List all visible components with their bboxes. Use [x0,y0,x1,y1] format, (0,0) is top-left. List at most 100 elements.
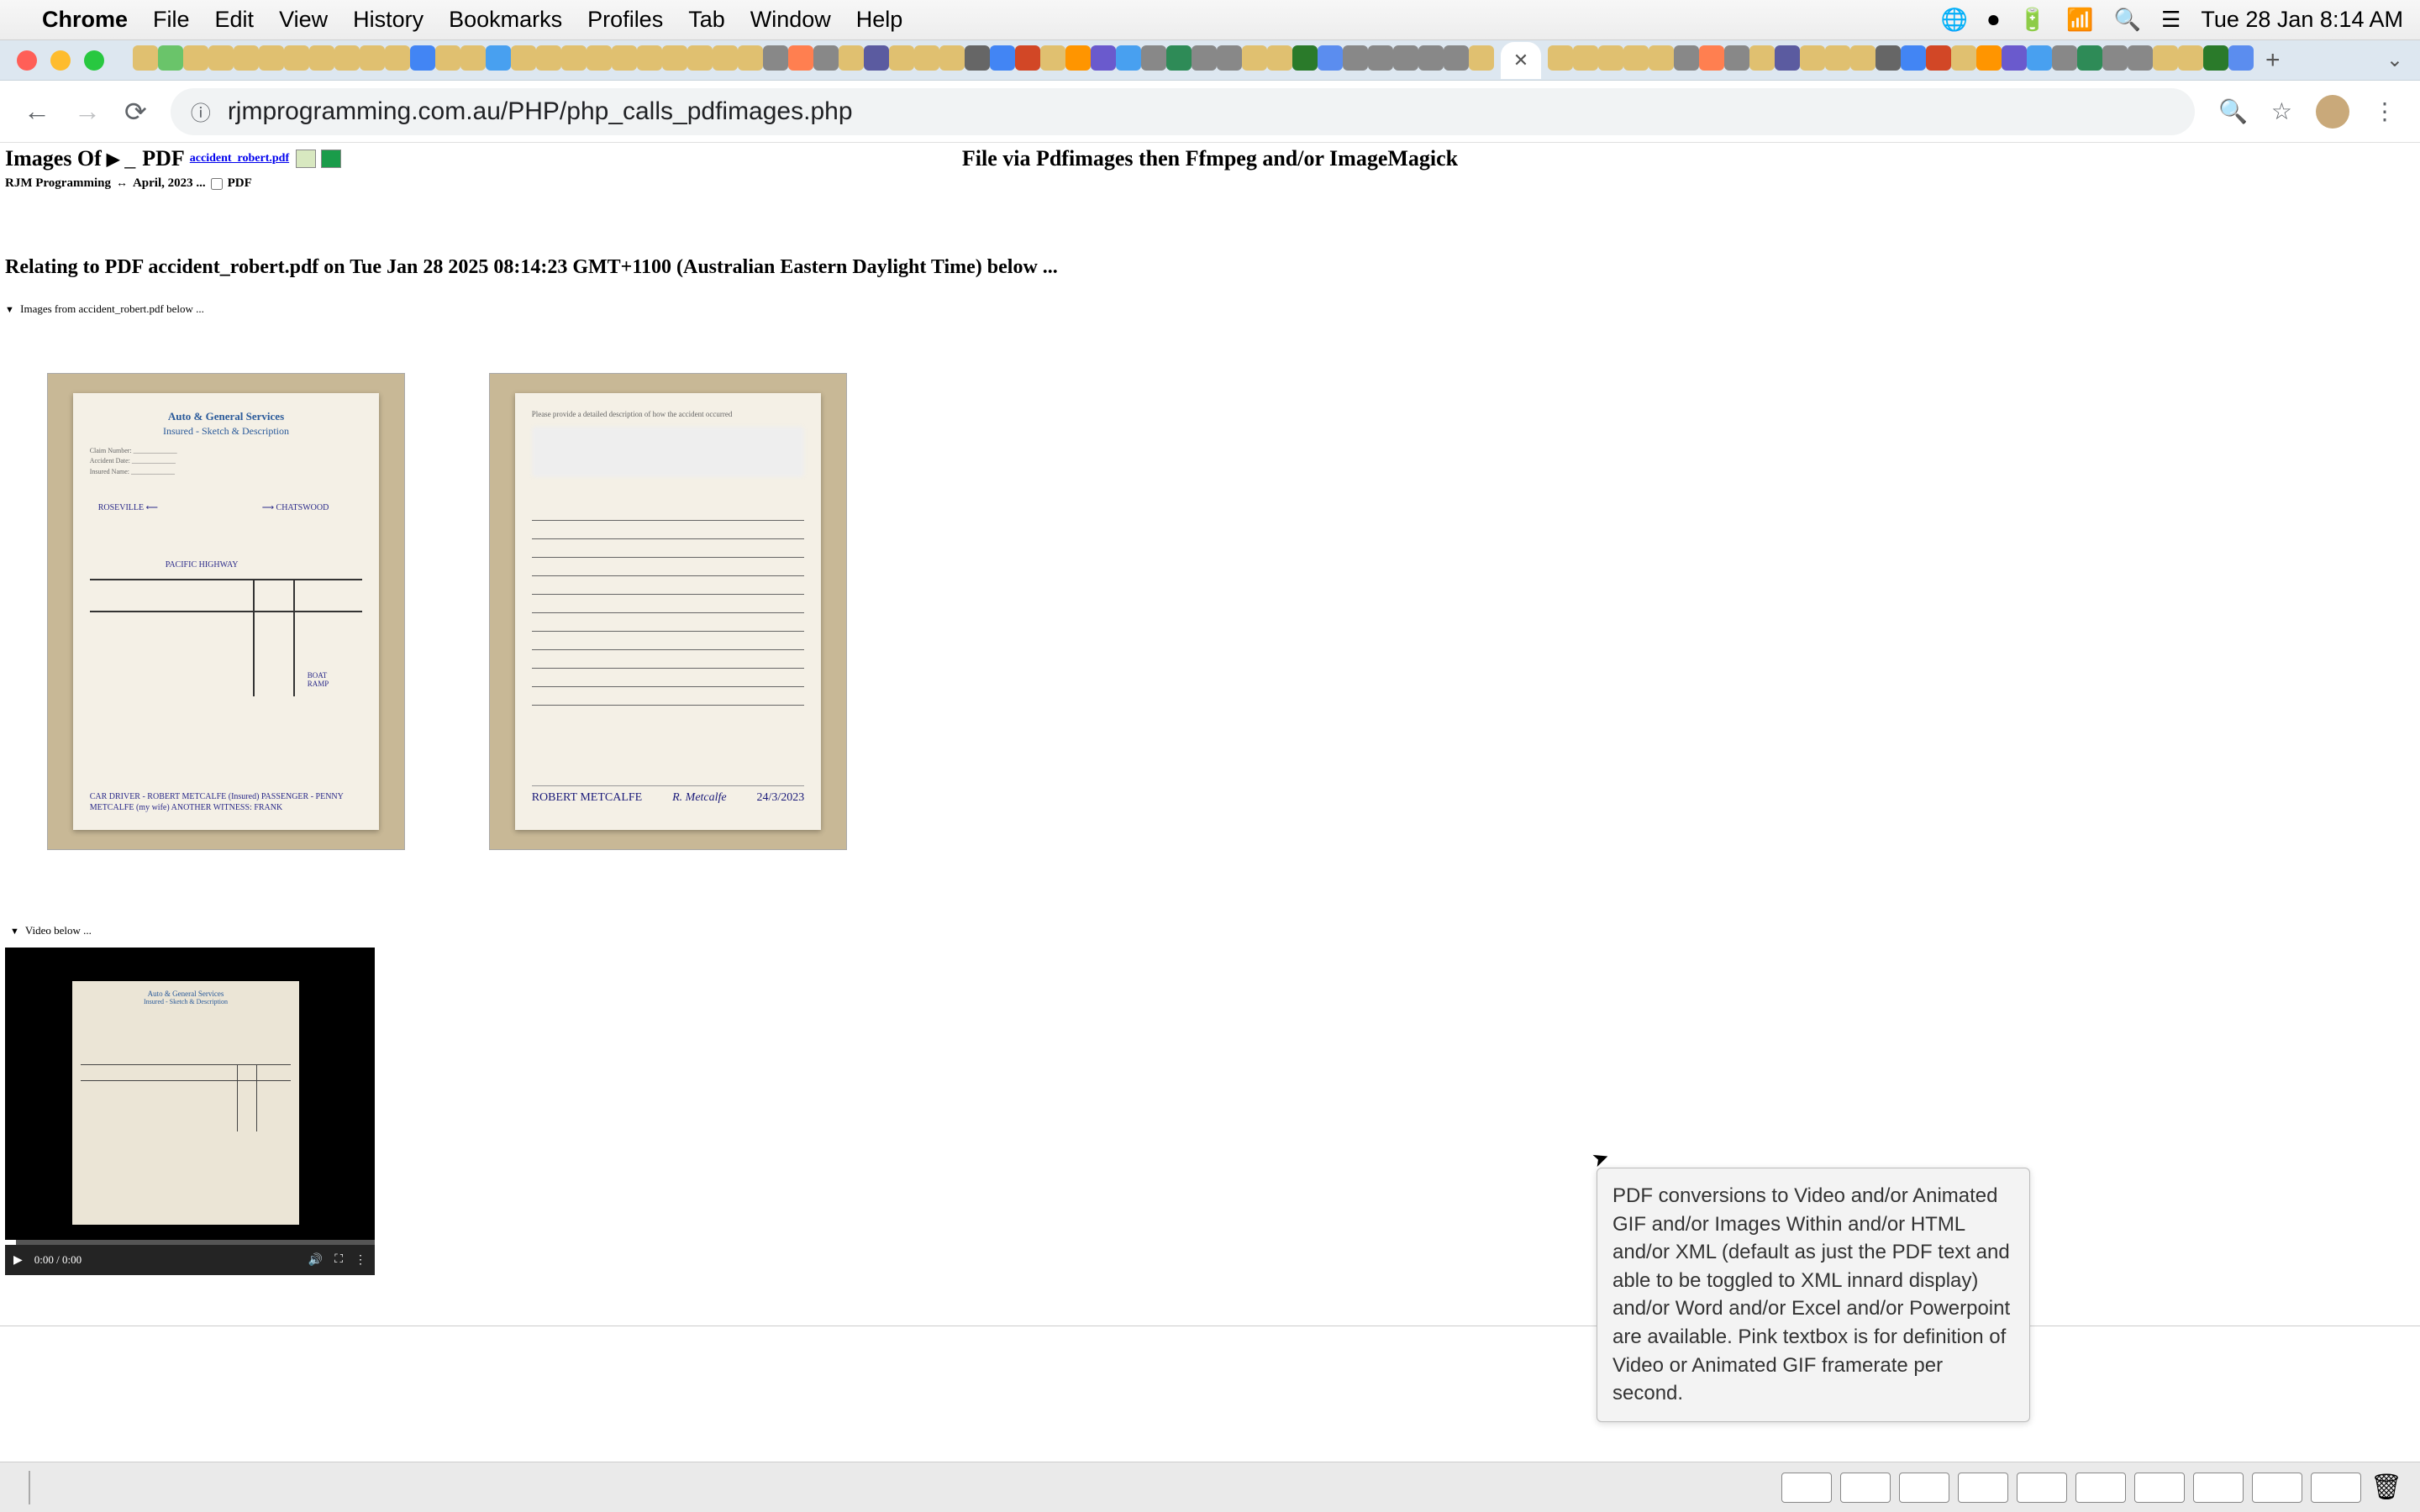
background-tab[interactable] [1775,45,1800,71]
background-tab[interactable] [1065,45,1091,71]
background-tab[interactable] [208,45,234,71]
minimized-window[interactable] [2311,1473,2361,1503]
video-player[interactable]: Auto & General Services Insured - Sketch… [5,948,375,1275]
background-tab[interactable] [1876,45,1901,71]
background-tab[interactable] [1444,45,1469,71]
background-tab[interactable] [1267,45,1292,71]
menu-bookmarks[interactable]: Bookmarks [449,7,562,33]
background-tab[interactable] [234,45,259,71]
background-tab[interactable] [1976,45,2002,71]
site-info-icon[interactable]: ⓘ [191,97,211,126]
background-tab[interactable] [435,45,460,71]
background-tab[interactable] [2102,45,2128,71]
background-tab[interactable] [1649,45,1674,71]
play-button[interactable]: ▶ [13,1253,23,1268]
background-tab[interactable] [1040,45,1065,71]
background-tab[interactable] [763,45,788,71]
active-tab[interactable]: ✕ [1501,42,1541,79]
close-tab-icon[interactable]: ✕ [1513,50,1528,71]
video-details-toggle[interactable]: ▼ Video below ... [5,917,2415,944]
background-tab[interactable] [637,45,662,71]
menu-tab[interactable]: Tab [688,7,725,33]
background-tab[interactable] [788,45,813,71]
background-tab[interactable] [965,45,990,71]
background-tab[interactable] [460,45,486,71]
minimized-window[interactable] [1840,1473,1891,1503]
background-tab[interactable] [1166,45,1192,71]
background-tab[interactable] [1292,45,1318,71]
app-name[interactable]: Chrome [42,7,128,33]
background-tab[interactable] [889,45,914,71]
background-tab[interactable] [1800,45,1825,71]
background-tab[interactable] [2153,45,2178,71]
background-tab[interactable] [1926,45,1951,71]
background-tab[interactable] [2027,45,2052,71]
background-tab[interactable] [1217,45,1242,71]
chrome-menu-icon[interactable]: ⋮ [2373,97,2396,125]
background-tab[interactable] [2178,45,2203,71]
globe-icon[interactable]: 🌐 [1941,7,1968,33]
background-tab[interactable] [1141,45,1166,71]
zoom-icon[interactable]: 🔍 [2218,97,2248,125]
background-tab[interactable] [1901,45,1926,71]
background-tab[interactable] [587,45,612,71]
menu-edit[interactable]: Edit [215,7,255,33]
background-tab[interactable] [2128,45,2153,71]
background-tab[interactable] [259,45,284,71]
background-tab[interactable] [1623,45,1649,71]
forward-button[interactable]: → [74,96,101,127]
background-tab[interactable] [1318,45,1343,71]
profile-avatar[interactable] [2316,95,2349,129]
background-tab[interactable] [2052,45,2077,71]
background-tab[interactable] [1749,45,1775,71]
background-tab[interactable] [1469,45,1494,71]
background-tab[interactable] [1393,45,1418,71]
minimized-window[interactable] [2193,1473,2244,1503]
background-tab[interactable] [183,45,208,71]
background-tab[interactable] [1242,45,1267,71]
background-tab[interactable] [1192,45,1217,71]
background-tab[interactable] [1825,45,1850,71]
battery-icon[interactable]: 🔋 [2019,7,2046,33]
background-tab[interactable] [1116,45,1141,71]
background-tab[interactable] [662,45,687,71]
menu-window[interactable]: Window [750,7,831,33]
background-tab[interactable] [990,45,1015,71]
background-tab[interactable] [2203,45,2228,71]
background-tab[interactable] [2002,45,2027,71]
background-tab[interactable] [1343,45,1368,71]
minimized-window[interactable] [2017,1473,2067,1503]
pip-icon[interactable]: ⛶ [334,1253,343,1267]
background-tab[interactable] [1548,45,1573,71]
background-tab[interactable] [334,45,360,71]
background-tab[interactable] [1368,45,1393,71]
background-tab[interactable] [486,45,511,71]
background-tab[interactable] [1724,45,1749,71]
minimized-window[interactable] [2134,1473,2185,1503]
minimized-window[interactable] [1781,1473,1832,1503]
background-tab[interactable] [939,45,965,71]
minimized-window[interactable] [1899,1473,1949,1503]
minimized-window[interactable] [1958,1473,2008,1503]
menu-history[interactable]: History [353,7,424,33]
menubar-datetime[interactable]: Tue 28 Jan 8:14 AM [2201,7,2403,33]
fullscreen-icon[interactable]: ⋮ [355,1253,366,1268]
bookmark-star-icon[interactable]: ☆ [2271,97,2292,125]
minimized-window[interactable] [2252,1473,2302,1503]
colorbox-pale[interactable] [296,150,316,168]
search-icon[interactable]: 🔍 [2114,7,2141,33]
background-tab[interactable] [410,45,435,71]
new-tab-button[interactable]: + [2265,46,2281,75]
background-tab[interactable] [864,45,889,71]
menu-file[interactable]: File [153,7,190,33]
wifi-icon[interactable]: 📶 [2066,7,2093,33]
background-tab[interactable] [1598,45,1623,71]
minimize-window-button[interactable] [50,50,71,71]
background-tab[interactable] [914,45,939,71]
background-tab[interactable] [158,45,183,71]
background-tab[interactable] [511,45,536,71]
play-icon[interactable]: ▶ [107,149,119,170]
background-tab[interactable] [1699,45,1724,71]
fullscreen-window-button[interactable] [84,50,104,71]
back-button[interactable]: ← [24,96,50,127]
